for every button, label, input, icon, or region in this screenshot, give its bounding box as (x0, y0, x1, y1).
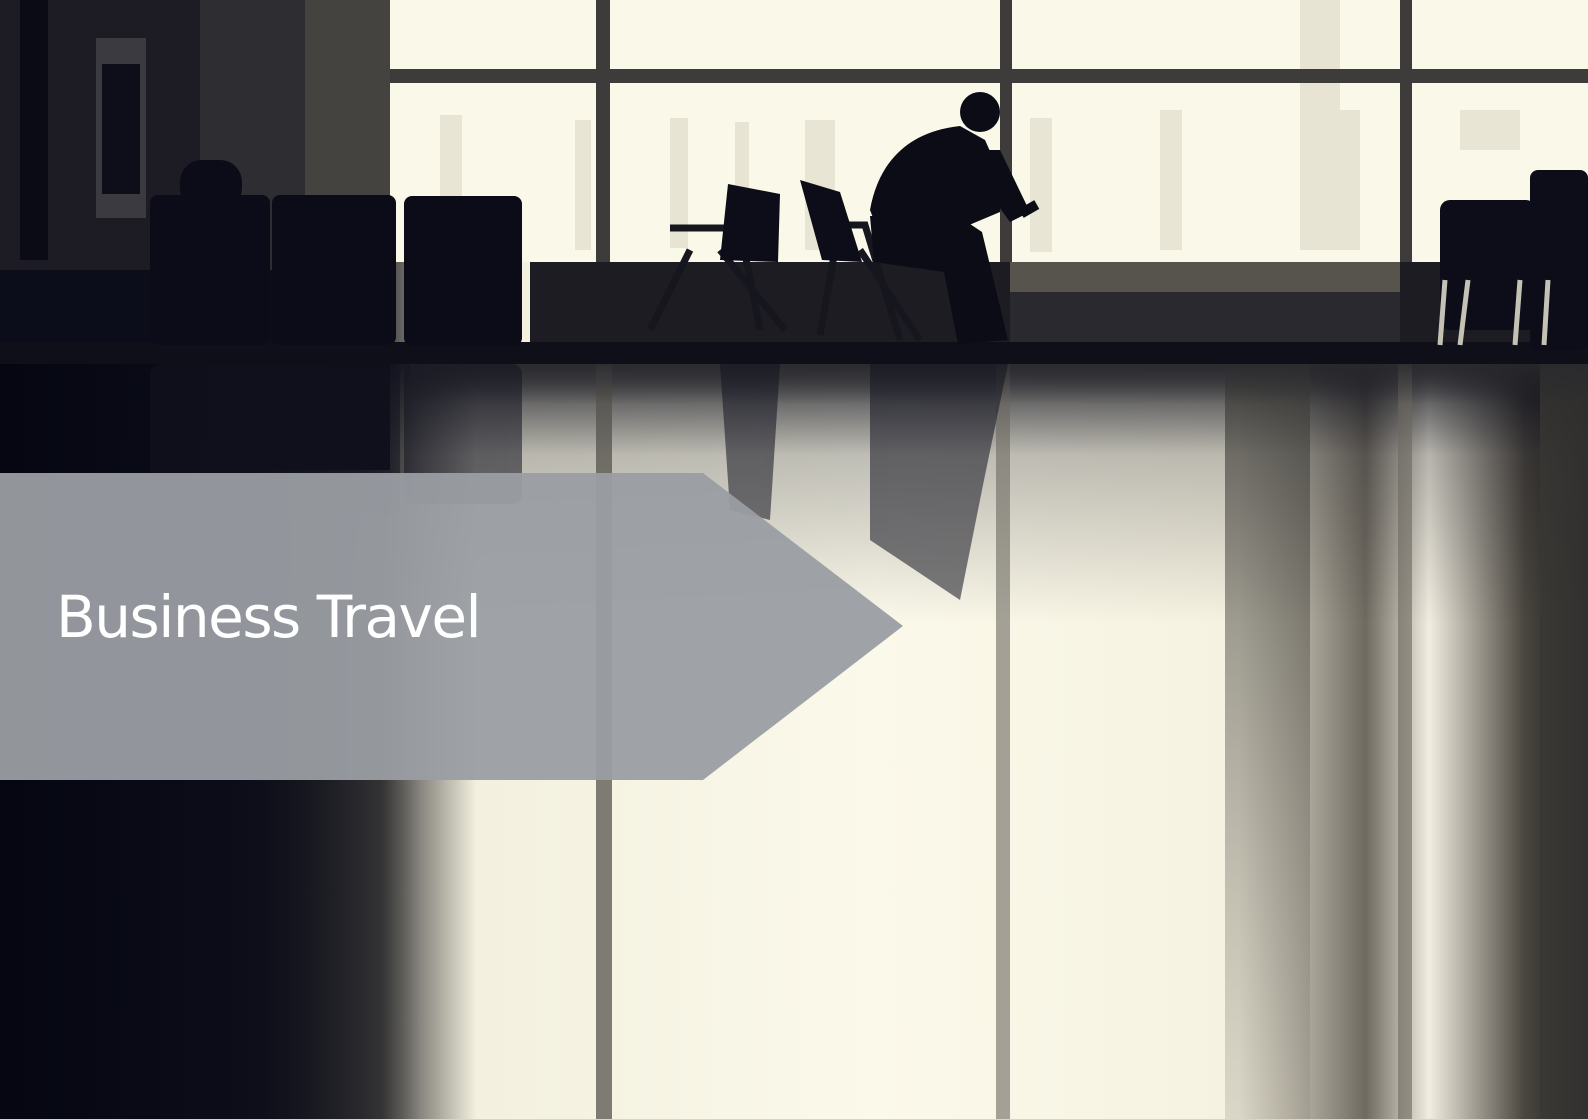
page-title: Business Travel (56, 583, 482, 651)
cover-page: Business Travel (0, 0, 1588, 1119)
